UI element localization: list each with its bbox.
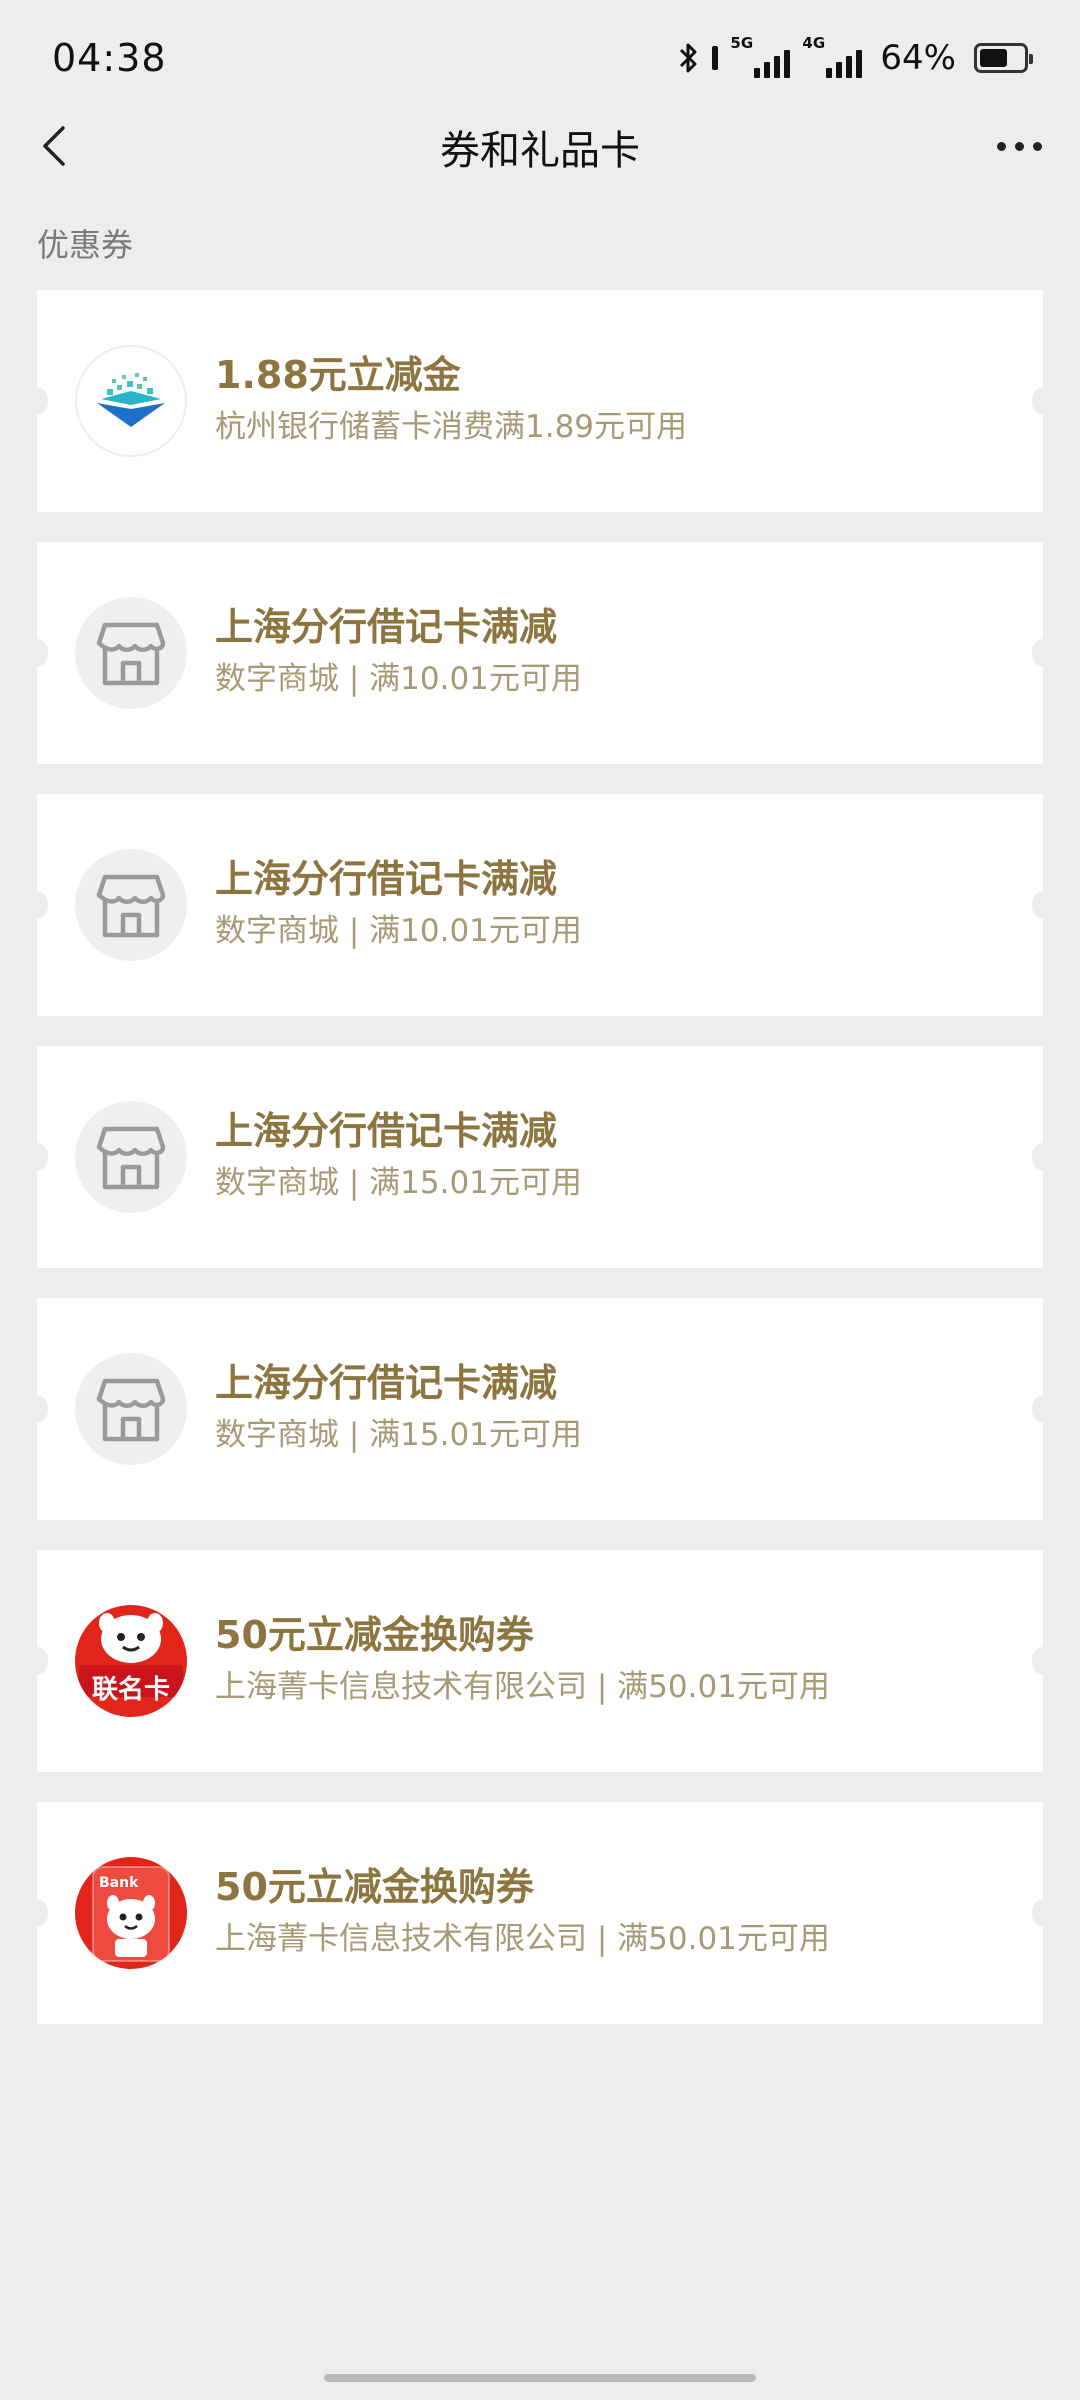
signal-5g-icon: 5G — [730, 34, 791, 78]
battery-icon — [974, 43, 1033, 73]
page-title: 券和礼品卡 — [440, 128, 640, 174]
coupon-title: 50元立减金换购券 — [215, 1865, 534, 1909]
coupon-text: 1.88元立减金 杭州银行储蓄卡消费满1.89元可用 — [215, 352, 687, 446]
coupon-card[interactable]: 上海分行借记卡满减 数字商城 | 满15.01元可用 — [26, 1298, 1054, 1520]
coupon-description: 数字商城 | 满10.01元可用 — [215, 913, 582, 949]
coupon-text: 上海分行借记卡满减 数字商城 | 满10.01元可用 — [215, 856, 582, 950]
jd-bank-card-icon: Bank — [75, 1857, 187, 1969]
ticket-notch — [1032, 1143, 1054, 1171]
more-dot-icon — [996, 141, 1006, 151]
ticket-notch — [1032, 1647, 1054, 1675]
coupon-card[interactable]: 上海分行借记卡满减 数字商城 | 满15.01元可用 — [26, 1046, 1054, 1268]
coupon-description: 上海菁卡信息技术有限公司 | 满50.01元可用 — [215, 1921, 830, 1957]
coupon-description: 数字商城 | 满15.01元可用 — [215, 1165, 582, 1201]
ticket-notch — [26, 891, 48, 919]
coupon-title: 上海分行借记卡满减 — [215, 605, 558, 649]
coupon-text: 50元立减金换购券 上海菁卡信息技术有限公司 | 满50.01元可用 — [215, 1612, 830, 1706]
ticket-notch — [1032, 1395, 1054, 1423]
coupon-description: 数字商城 | 满15.01元可用 — [215, 1417, 582, 1453]
more-options-button[interactable] — [984, 118, 1054, 174]
ticket-notch — [1032, 891, 1054, 919]
status-icons: 5G 4G 64% — [678, 34, 1033, 80]
ticket-notch — [1032, 387, 1054, 415]
store-icon — [75, 597, 187, 709]
coupon-text: 上海分行借记卡满减 数字商城 | 满10.01元可用 — [215, 604, 582, 698]
ticket-notch — [26, 1395, 48, 1423]
coupon-title: 上海分行借记卡满减 — [215, 857, 558, 901]
jd-cobrand-card-icon: 联名卡 — [75, 1605, 187, 1717]
status-time: 04:38 — [52, 36, 167, 80]
bluetooth-icon — [680, 43, 697, 73]
coupon-card[interactable]: 上海分行借记卡满减 数字商城 | 满10.01元可用 — [26, 542, 1054, 764]
coupon-text: 50元立减金换购券 上海菁卡信息技术有限公司 | 满50.01元可用 — [215, 1864, 830, 1958]
ticket-notch — [1032, 1899, 1054, 1927]
store-icon — [75, 1101, 187, 1213]
coupon-list: 1.88元立减金 杭州银行储蓄卡消费满1.89元可用 上海分行借记卡满减 数字商… — [26, 290, 1054, 2054]
coupon-title: 上海分行借记卡满减 — [215, 1361, 558, 1405]
bank-logo-icon — [75, 345, 187, 457]
section-label-coupons: 优惠券 — [37, 226, 134, 264]
coupon-title: 上海分行借记卡满减 — [215, 1109, 558, 1153]
coupon-text: 上海分行借记卡满减 数字商城 | 满15.01元可用 — [215, 1360, 582, 1454]
ticket-notch — [1032, 639, 1054, 667]
coupon-description: 数字商城 | 满10.01元可用 — [215, 661, 582, 697]
cobrand-card-label: 联名卡 — [91, 1675, 170, 1705]
coupon-text: 上海分行借记卡满减 数字商城 | 满15.01元可用 — [215, 1108, 582, 1202]
coupon-card[interactable]: 联名卡 50元立减金换购券 上海菁卡信息技术有限公司 | 满50.01元可用 — [26, 1550, 1054, 1772]
nav-bar: 券和礼品卡 — [0, 100, 1080, 190]
vibrate-icon — [712, 46, 719, 70]
ticket-notch — [26, 1899, 48, 1927]
bank-card-label: Bank — [99, 1875, 139, 1891]
battery-percent: 64% — [880, 38, 956, 78]
store-icon — [75, 1353, 187, 1465]
more-dot-icon — [1032, 141, 1042, 151]
battery-level-fill — [980, 49, 1007, 67]
ticket-notch — [26, 1143, 48, 1171]
coupon-description: 上海菁卡信息技术有限公司 | 满50.01元可用 — [215, 1669, 830, 1705]
ticket-notch — [26, 387, 48, 415]
coupon-card[interactable]: Bank 50元立减金换购券 上海菁卡信息技术有限公司 | 满50.01元可用 — [26, 1802, 1054, 2024]
signal-5g-label: 5G — [730, 34, 754, 52]
ticket-notch — [26, 639, 48, 667]
home-indicator[interactable] — [324, 2374, 756, 2382]
ticket-notch — [26, 1647, 48, 1675]
more-dot-icon — [1014, 141, 1024, 151]
coupon-title: 50元立减金换购券 — [215, 1613, 534, 1657]
coupon-card[interactable]: 上海分行借记卡满减 数字商城 | 满10.01元可用 — [26, 794, 1054, 1016]
store-icon — [75, 849, 187, 961]
coupon-title: 1.88元立减金 — [215, 353, 461, 397]
coupon-description: 杭州银行储蓄卡消费满1.89元可用 — [215, 409, 688, 445]
coupon-card[interactable]: 1.88元立减金 杭州银行储蓄卡消费满1.89元可用 — [26, 290, 1054, 512]
signal-4g-icon: 4G — [802, 34, 863, 78]
signal-4g-label: 4G — [802, 34, 826, 52]
